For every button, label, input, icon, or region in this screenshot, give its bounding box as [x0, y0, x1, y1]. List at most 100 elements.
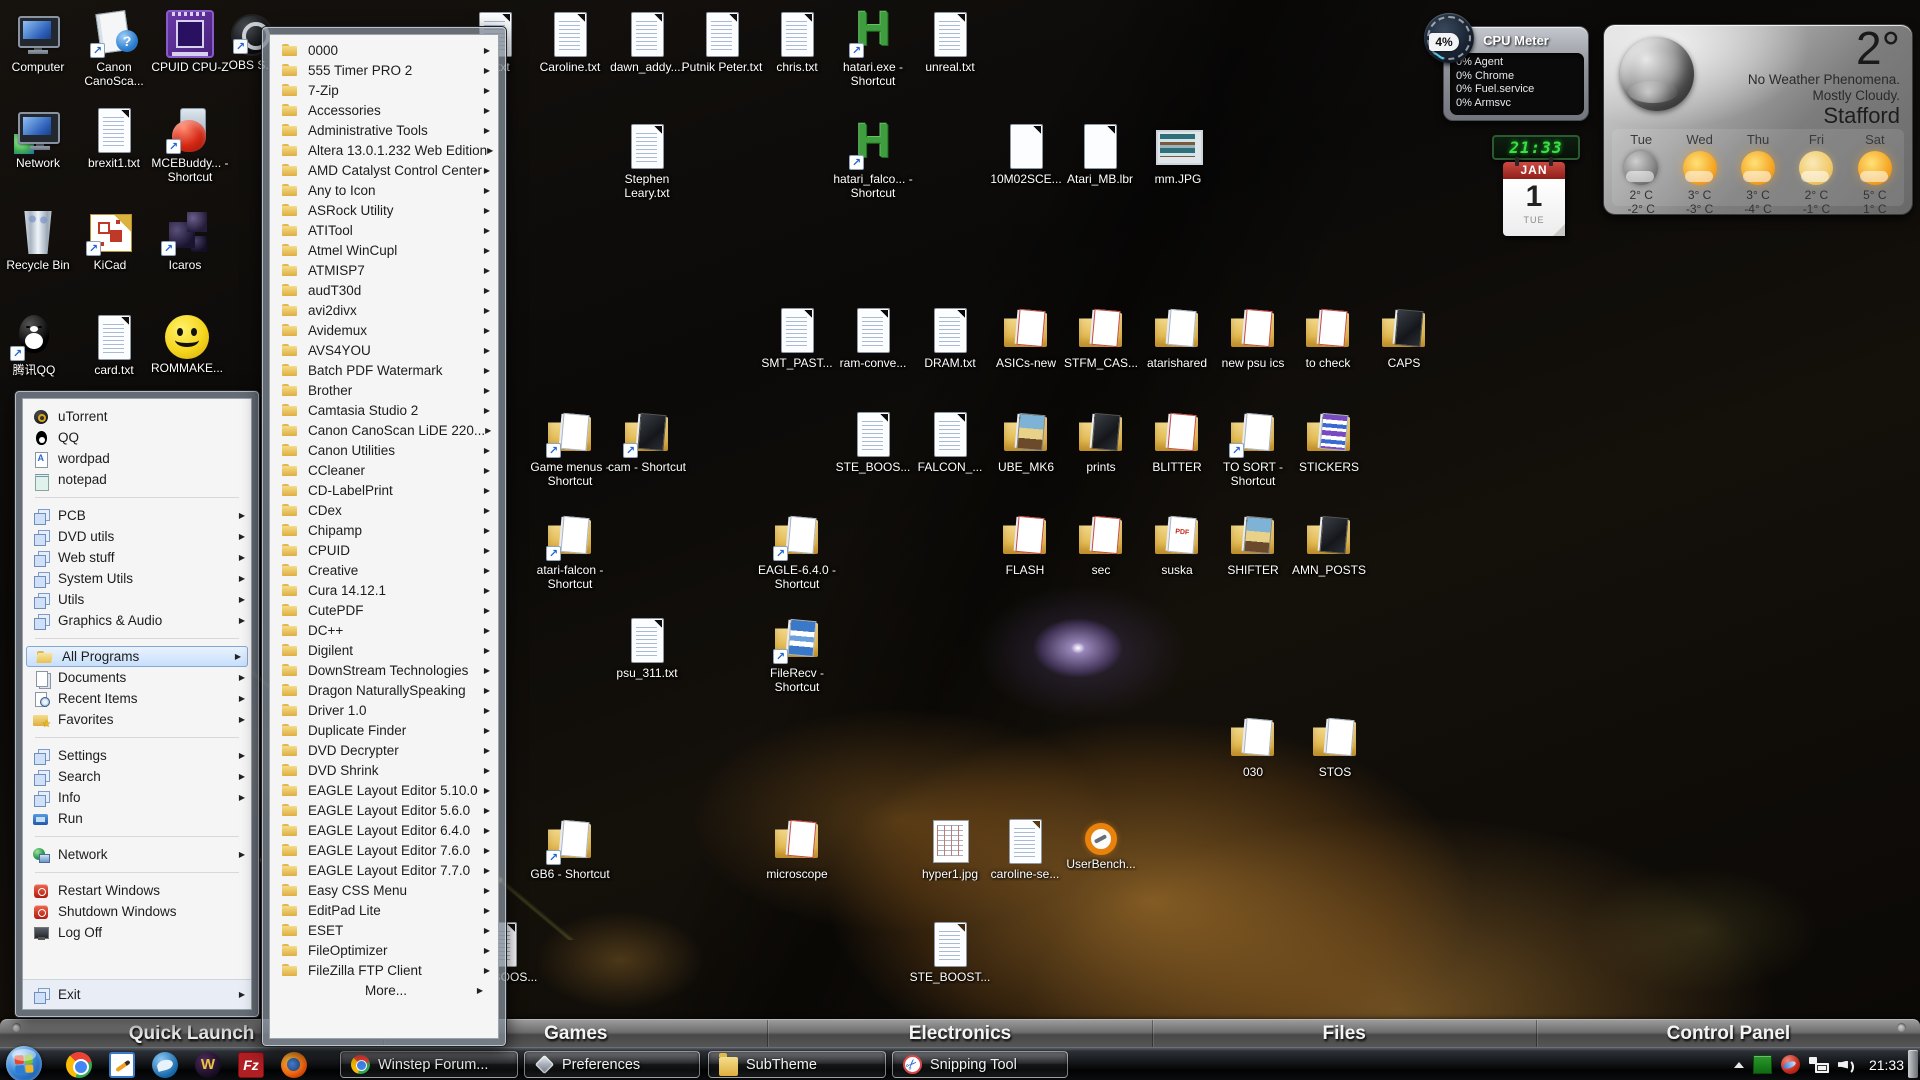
start-button[interactable]	[6, 1046, 42, 1080]
desktop-icon[interactable]: UserBench...	[1055, 817, 1147, 871]
start-menu-item[interactable]: System Utils▶	[23, 568, 251, 589]
program-menu-item[interactable]: Creative▶	[270, 560, 498, 580]
start-menu-item[interactable]: Graphics & Audio▶	[23, 610, 251, 631]
program-menu-item[interactable]: EditPad Lite▶	[270, 900, 498, 920]
program-menu-item[interactable]: Canon Utilities▶	[270, 440, 498, 460]
green-square-tray-icon[interactable]	[1753, 1055, 1772, 1074]
program-menu-item[interactable]: Atmel WinCupl▶	[270, 240, 498, 260]
program-menu-item[interactable]: EAGLE Layout Editor 7.7.0▶	[270, 860, 498, 880]
start-menu-item[interactable]: Log Off	[23, 922, 251, 943]
program-menu-item[interactable]: Batch PDF Watermark▶	[270, 360, 498, 380]
program-menu-item[interactable]: AVS4YOU▶	[270, 340, 498, 360]
program-menu-item[interactable]: Altera 13.0.1.232 Web Edition▶	[270, 140, 498, 160]
calendar-gadget[interactable]: JAN 1 TUE	[1503, 162, 1565, 236]
start-menu-item[interactable]: uTorrent	[23, 406, 251, 427]
start-menu-item[interactable]: Settings▶	[23, 745, 251, 766]
program-menu-item[interactable]: CD-LabelPrint▶	[270, 480, 498, 500]
taskbar-edge-handle[interactable]	[1908, 1050, 1918, 1078]
start-menu-item[interactable]: Run	[23, 808, 251, 829]
ccleaner-tray-icon[interactable]	[1781, 1055, 1800, 1074]
program-menu-item[interactable]: ATITool▶	[270, 220, 498, 240]
start-menu-item[interactable]: Info▶	[23, 787, 251, 808]
program-menu-item[interactable]: 7-Zip▶	[270, 80, 498, 100]
start-menu-item[interactable]: Search▶	[23, 766, 251, 787]
program-menu-item[interactable]: Any to Icon▶	[270, 180, 498, 200]
program-menu-item[interactable]: Administrative Tools▶	[270, 120, 498, 140]
chrome-icon[interactable]	[66, 1052, 92, 1078]
program-menu-item[interactable]: ESET▶	[270, 920, 498, 940]
program-menu-item[interactable]: DownStream Technologies▶	[270, 660, 498, 680]
firefox-icon[interactable]	[281, 1052, 307, 1078]
start-menu-item[interactable]: QQ	[23, 427, 251, 448]
program-menu-item[interactable]: avi2divx▶	[270, 300, 498, 320]
desktop-icon[interactable]: Stephen Leary.txt	[601, 122, 693, 200]
program-menu-item[interactable]: Driver 1.0▶	[270, 700, 498, 720]
program-menu-item[interactable]: 0000▶	[270, 40, 498, 60]
program-menu-item[interactable]: Accessories▶	[270, 100, 498, 120]
start-menu-item[interactable]: Web stuff▶	[23, 547, 251, 568]
desktop-icon[interactable]: CAPS	[1358, 306, 1450, 370]
program-menu-item[interactable]: CCleaner▶	[270, 460, 498, 480]
start-menu-item[interactable]: DVD utils▶	[23, 526, 251, 547]
thunderbird-icon[interactable]	[152, 1052, 178, 1078]
shelf-segment-files[interactable]: Files	[1153, 1020, 1537, 1047]
program-menu-item[interactable]: 555 Timer PRO 2▶	[270, 60, 498, 80]
program-menu-item[interactable]: Chipamp▶	[270, 520, 498, 540]
desktop-icon[interactable]: mm.JPG	[1132, 122, 1224, 186]
start-menu-item[interactable]: wordpad	[23, 448, 251, 469]
desktop-icon[interactable]: STOS	[1289, 715, 1381, 779]
program-menu-item[interactable]: FileOptimizer▶	[270, 940, 498, 960]
program-menu-more-item[interactable]: More...▶	[270, 980, 498, 1000]
program-menu-item[interactable]: CutePDF▶	[270, 600, 498, 620]
program-menu-item[interactable]: EAGLE Layout Editor 5.6.0▶	[270, 800, 498, 820]
taskbar-button[interactable]: Snipping Tool	[892, 1051, 1068, 1078]
taskbar-button[interactable]: Winstep Forum...	[340, 1051, 518, 1078]
start-menu-item[interactable]: Network▶	[23, 844, 251, 865]
desktop-icon[interactable]: ↗atari-falcon - Shortcut	[524, 513, 616, 591]
desktop-icon[interactable]: STICKERS	[1283, 410, 1375, 474]
shelf-segment-control-panel[interactable]: Control Panel	[1537, 1020, 1920, 1047]
tray-expand-icon[interactable]	[1734, 1062, 1744, 1068]
program-menu-item[interactable]: EAGLE Layout Editor 6.4.0▶	[270, 820, 498, 840]
start-menu-item[interactable]: Exit▶	[23, 984, 251, 1005]
program-menu-item[interactable]: Duplicate Finder▶	[270, 720, 498, 740]
program-menu-item[interactable]: audT30d▶	[270, 280, 498, 300]
filezilla-icon[interactable]	[238, 1052, 264, 1078]
start-menu-item[interactable]: Utils▶	[23, 589, 251, 610]
program-menu-item[interactable]: EAGLE Layout Editor 7.6.0▶	[270, 840, 498, 860]
desktop-icon[interactable]: ↗cam - Shortcut	[601, 410, 693, 474]
program-menu-item[interactable]: CDex▶	[270, 500, 498, 520]
program-menu-item[interactable]: Brother▶	[270, 380, 498, 400]
program-menu-item[interactable]: EAGLE Layout Editor 5.10.0▶	[270, 780, 498, 800]
program-menu-item[interactable]: CPUID▶	[270, 540, 498, 560]
shelf-segment-electronics[interactable]: Electronics	[768, 1020, 1152, 1047]
desktop-icon[interactable]: ↗Icaros	[139, 208, 231, 272]
taskbar-button[interactable]: Preferences	[524, 1051, 700, 1078]
program-menu-item[interactable]: Camtasia Studio 2▶	[270, 400, 498, 420]
program-menu-item[interactable]: DVD Shrink▶	[270, 760, 498, 780]
start-menu-item[interactable]: All Programs▶	[26, 646, 248, 667]
program-menu-item[interactable]: Cura 14.12.1▶	[270, 580, 498, 600]
start-menu-item[interactable]: notepad	[23, 469, 251, 490]
start-menu-item[interactable]: Shutdown Windows	[23, 901, 251, 922]
program-menu-item[interactable]: Digilent▶	[270, 640, 498, 660]
program-menu-item[interactable]: FileZilla FTP Client▶	[270, 960, 498, 980]
program-menu-item[interactable]: ASRock Utility▶	[270, 200, 498, 220]
desktop-icon[interactable]: STE_BOOST...	[904, 920, 996, 984]
program-menu-item[interactable]: Dragon NaturallySpeaking▶	[270, 680, 498, 700]
start-menu-item[interactable]: PCB▶	[23, 505, 251, 526]
start-menu-item[interactable]: Documents▶	[23, 667, 251, 688]
taskbar-button[interactable]: SubTheme	[708, 1051, 886, 1078]
desktop-icon[interactable]: ↗EAGLE-6.4.0 - Shortcut	[751, 513, 843, 591]
desktop-icon[interactable]: ↗MCEBuddy... - Shortcut	[144, 106, 236, 184]
program-menu-item[interactable]: AMD Catalyst Control Center▶	[270, 160, 498, 180]
program-menu-item[interactable]: DVD Decrypter▶	[270, 740, 498, 760]
desktop-icon[interactable]: 030	[1207, 715, 1299, 779]
program-menu-item[interactable]: ATMISP7▶	[270, 260, 498, 280]
start-menu-item[interactable]: Restart Windows	[23, 880, 251, 901]
program-menu-item[interactable]: DC++▶	[270, 620, 498, 640]
start-menu-item[interactable]: Recent Items▶	[23, 688, 251, 709]
editor-icon[interactable]	[109, 1052, 135, 1078]
start-menu-item[interactable]: Favorites▶	[23, 709, 251, 730]
desktop-icon[interactable]: ROMMAKE...	[141, 313, 233, 375]
